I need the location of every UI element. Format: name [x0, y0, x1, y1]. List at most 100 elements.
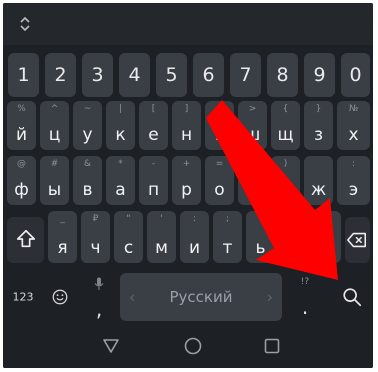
key-х[interactable]: № х	[337, 101, 370, 150]
key-hint: !	[258, 214, 263, 224]
key-label: г	[215, 125, 224, 145]
emoji-icon	[52, 289, 68, 305]
key-я[interactable]: _ я	[48, 211, 77, 263]
key-hint: _	[60, 214, 65, 224]
emoji-key[interactable]	[47, 275, 73, 319]
key-label: 3	[91, 64, 104, 86]
key-9[interactable]: 9	[304, 53, 335, 97]
period-key[interactable]: !? .	[291, 271, 319, 323]
key-hint: (	[250, 159, 255, 169]
key-р[interactable]: + р	[172, 156, 201, 205]
key-у[interactable]: ~ у	[73, 101, 102, 150]
key-label: р	[181, 180, 192, 200]
key-м[interactable]: ' м	[147, 211, 176, 263]
backspace-key[interactable]	[345, 217, 370, 263]
key-4[interactable]: 4	[119, 53, 150, 97]
key-label: с	[123, 238, 134, 258]
key-0[interactable]: 0	[341, 53, 370, 97]
key-е[interactable]: [е	[139, 101, 168, 150]
key-label: ф	[14, 180, 29, 200]
key-г[interactable]: < г	[205, 101, 234, 150]
key-label: ь	[255, 238, 266, 258]
key-д[interactable]: ) д	[271, 156, 300, 205]
key-label: 5	[165, 64, 178, 86]
recents-square-icon[interactable]	[262, 336, 282, 356]
key-5[interactable]: 5	[156, 53, 187, 97]
key-label: ц	[48, 125, 61, 145]
home-circle-icon[interactable]	[183, 336, 203, 356]
key-hint: {	[282, 104, 289, 114]
key-3[interactable]: 3	[82, 53, 113, 97]
key-о[interactable]: = о	[205, 156, 234, 205]
key-label: т	[222, 238, 233, 258]
expand-collapse-icon[interactable]	[17, 16, 33, 32]
key-hint: >	[248, 104, 257, 114]
keyboard-screen: 1 2 3 4 5 6 7 8 9 0 % й ^ ц ~ у | к [е ] н < г…	[3, 3, 373, 368]
key-label: 8	[276, 64, 289, 86]
key-с[interactable]: " с	[114, 211, 143, 263]
key-щ[interactable]: {щ	[271, 101, 300, 150]
navigation-bar	[3, 324, 373, 368]
back-triangle-icon[interactable]	[101, 336, 121, 356]
key-з[interactable]: } з	[304, 101, 333, 150]
key-label: й	[15, 125, 28, 145]
key-label: ы	[47, 180, 62, 200]
key-label: 1	[17, 64, 30, 86]
key-label: ш	[244, 125, 261, 145]
key-й[interactable]: % й	[7, 101, 36, 150]
key-ж[interactable]: ж	[304, 156, 333, 205]
symbols-key-label: 123	[12, 290, 34, 304]
key-б[interactable]: ? б	[279, 211, 308, 263]
key-7[interactable]: 7	[230, 53, 261, 97]
key-label: б	[288, 238, 299, 258]
key-в[interactable]: & в	[73, 156, 102, 205]
key-label: а	[115, 180, 126, 200]
key-ь[interactable]: ! ь	[246, 211, 275, 263]
key-label: о	[214, 180, 225, 200]
key-hint: }	[315, 104, 322, 114]
key-т[interactable]: ; т	[213, 211, 242, 263]
key-ш[interactable]: > ш	[238, 101, 267, 150]
search-icon	[343, 288, 362, 307]
key-ч[interactable]: ₽ ч	[81, 211, 110, 263]
key-label: щ	[277, 125, 294, 145]
chevron-right-icon: ›	[266, 287, 273, 307]
key-hint: <	[215, 104, 224, 114]
key-6[interactable]: 6	[193, 53, 224, 97]
key-label: э	[348, 180, 359, 200]
search-key[interactable]	[331, 275, 371, 319]
symbols-key[interactable]: 123	[5, 275, 41, 319]
key-hint: +	[182, 159, 191, 169]
key-н[interactable]: ] н	[172, 101, 201, 150]
space-bar-language: Русский	[169, 288, 233, 306]
key-ц[interactable]: ^ ц	[40, 101, 69, 150]
key-label: 4	[128, 64, 141, 86]
key-label: 0	[349, 64, 362, 86]
key-а[interactable]: * а	[106, 156, 135, 205]
key-hint: |	[118, 104, 123, 114]
key-label: п	[147, 180, 160, 200]
key-8[interactable]: 8	[267, 53, 298, 97]
key-п[interactable]: -п	[139, 156, 168, 205]
key-label: д	[279, 180, 292, 200]
key-hint: '	[160, 214, 163, 224]
key-label: в	[82, 180, 93, 200]
key-2[interactable]: 2	[45, 53, 76, 97]
key-label: я	[57, 238, 68, 258]
key-ы[interactable]: # ы	[40, 156, 69, 205]
keyboard-toolbar	[3, 3, 373, 45]
comma-key[interactable]: ,	[85, 271, 113, 323]
key-к[interactable]: | к	[106, 101, 135, 150]
key-hint: =	[215, 159, 224, 169]
space-bar[interactable]: ‹ Русский ›	[120, 273, 282, 321]
key-и[interactable]: :и	[180, 211, 209, 263]
key-э[interactable]: :э	[337, 156, 370, 205]
period-key-label: .	[301, 295, 309, 319]
shift-key[interactable]	[7, 217, 44, 263]
key-1[interactable]: 1	[8, 53, 39, 97]
key-ф[interactable]: @ ф	[7, 156, 36, 205]
key-label: м	[155, 238, 168, 258]
key-hint: [	[151, 104, 156, 114]
key-ю[interactable]: € ю	[312, 211, 341, 263]
key-л[interactable]: (л	[238, 156, 267, 205]
